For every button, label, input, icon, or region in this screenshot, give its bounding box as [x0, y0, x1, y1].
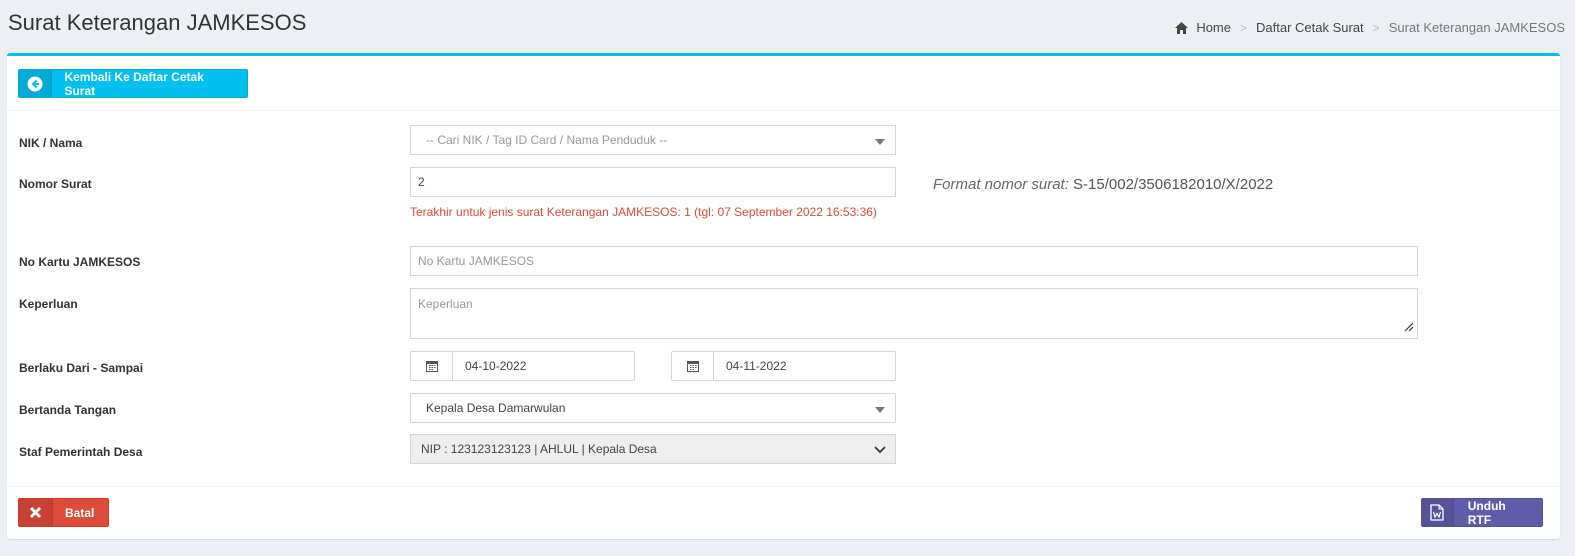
resize-handle-icon[interactable]	[1403, 321, 1414, 335]
box-footer	[7, 486, 1560, 539]
breadcrumb-daftar-cetak-surat[interactable]: Daftar Cetak Surat	[1256, 20, 1364, 35]
format-nomor-label: Format nomor surat:	[933, 176, 1069, 193]
cancel-button[interactable]: Batal	[18, 498, 109, 527]
breadcrumb: Home > Daftar Cetak Surat > Surat Ketera…	[1175, 20, 1565, 35]
nik-label: NIK / Nama	[19, 136, 83, 150]
breadcrumb-separator: >	[1372, 20, 1380, 35]
no-kartu-placeholder: No Kartu JAMKESOS	[418, 254, 535, 268]
staf-select[interactable]: NIP : 123123123123 | AHLUL | Kepala Desa	[410, 434, 896, 464]
close-icon	[19, 499, 53, 526]
chevron-down-icon	[873, 443, 887, 458]
calendar-icon	[411, 352, 453, 380]
cancel-button-label: Batal	[65, 505, 95, 520]
calendar-icon	[672, 352, 714, 380]
berlaku-label: Berlaku Dari - Sampai	[19, 361, 144, 375]
keperluan-textarea[interactable]: Keperluan	[410, 288, 1418, 339]
berlaku-sampai-value: 04-11-2022	[726, 359, 787, 373]
nomor-surat-input[interactable]: 2	[410, 167, 896, 197]
keperluan-label: Keperluan	[19, 297, 78, 311]
breadcrumb-current: Surat Keterangan JAMKESOS	[1388, 20, 1565, 35]
breadcrumb-home[interactable]: Home	[1196, 20, 1231, 35]
bertanda-tangan-value: Kepala Desa Damarwulan	[426, 401, 566, 415]
back-button-label: Kembali Ke Daftar Cetak Surat	[64, 69, 204, 98]
staf-value: NIP : 123123123123 | AHLUL | Kepala Desa	[421, 442, 657, 456]
bertanda-tangan-label: Bertanda Tangan	[19, 403, 117, 417]
caret-down-icon	[875, 139, 885, 145]
format-nomor-surat: Format nomor surat: S-15/002/3506182010/…	[933, 176, 1273, 193]
nik-select[interactable]: -- Cari NIK / Tag ID Card / Nama Pendudu…	[410, 125, 896, 155]
arrow-circle-left-icon	[19, 70, 53, 97]
bertanda-tangan-select[interactable]: Kepala Desa Damarwulan	[410, 393, 896, 423]
caret-down-icon	[875, 407, 885, 413]
berlaku-sampai-input[interactable]: 04-11-2022	[671, 351, 896, 381]
download-rtf-label: Unduh RTF	[1467, 498, 1506, 527]
staf-label: Staf Pemerintah Desa	[19, 445, 143, 459]
keperluan-placeholder: Keperluan	[418, 297, 473, 311]
berlaku-dari-input[interactable]: 04-10-2022	[410, 351, 635, 381]
breadcrumb-separator: >	[1240, 20, 1248, 35]
no-kartu-label: No Kartu JAMKESOS	[19, 255, 141, 269]
back-button[interactable]: Kembali Ke Daftar Cetak Surat	[18, 69, 248, 98]
no-kartu-input[interactable]: No Kartu JAMKESOS	[410, 246, 1418, 276]
nomor-surat-hint: Terakhir untuk jenis surat Keterangan JA…	[410, 205, 877, 219]
nik-select-placeholder: -- Cari NIK / Tag ID Card / Nama Pendudu…	[426, 133, 668, 147]
form-box: Kembali Ke Daftar Cetak Surat NIK / Nama…	[7, 53, 1560, 539]
nomor-surat-value: 2	[418, 175, 425, 189]
download-rtf-button[interactable]: Unduh RTF	[1421, 498, 1543, 527]
home-icon[interactable]	[1175, 21, 1189, 34]
berlaku-dari-value: 04-10-2022	[465, 359, 527, 373]
format-nomor-value: S-15/002/3506182010/X/2022	[1068, 176, 1274, 193]
nomor-surat-label: Nomor Surat	[19, 177, 92, 191]
file-word-icon	[1422, 499, 1454, 526]
page-title: Surat Keterangan JAMKESOS	[8, 10, 307, 35]
